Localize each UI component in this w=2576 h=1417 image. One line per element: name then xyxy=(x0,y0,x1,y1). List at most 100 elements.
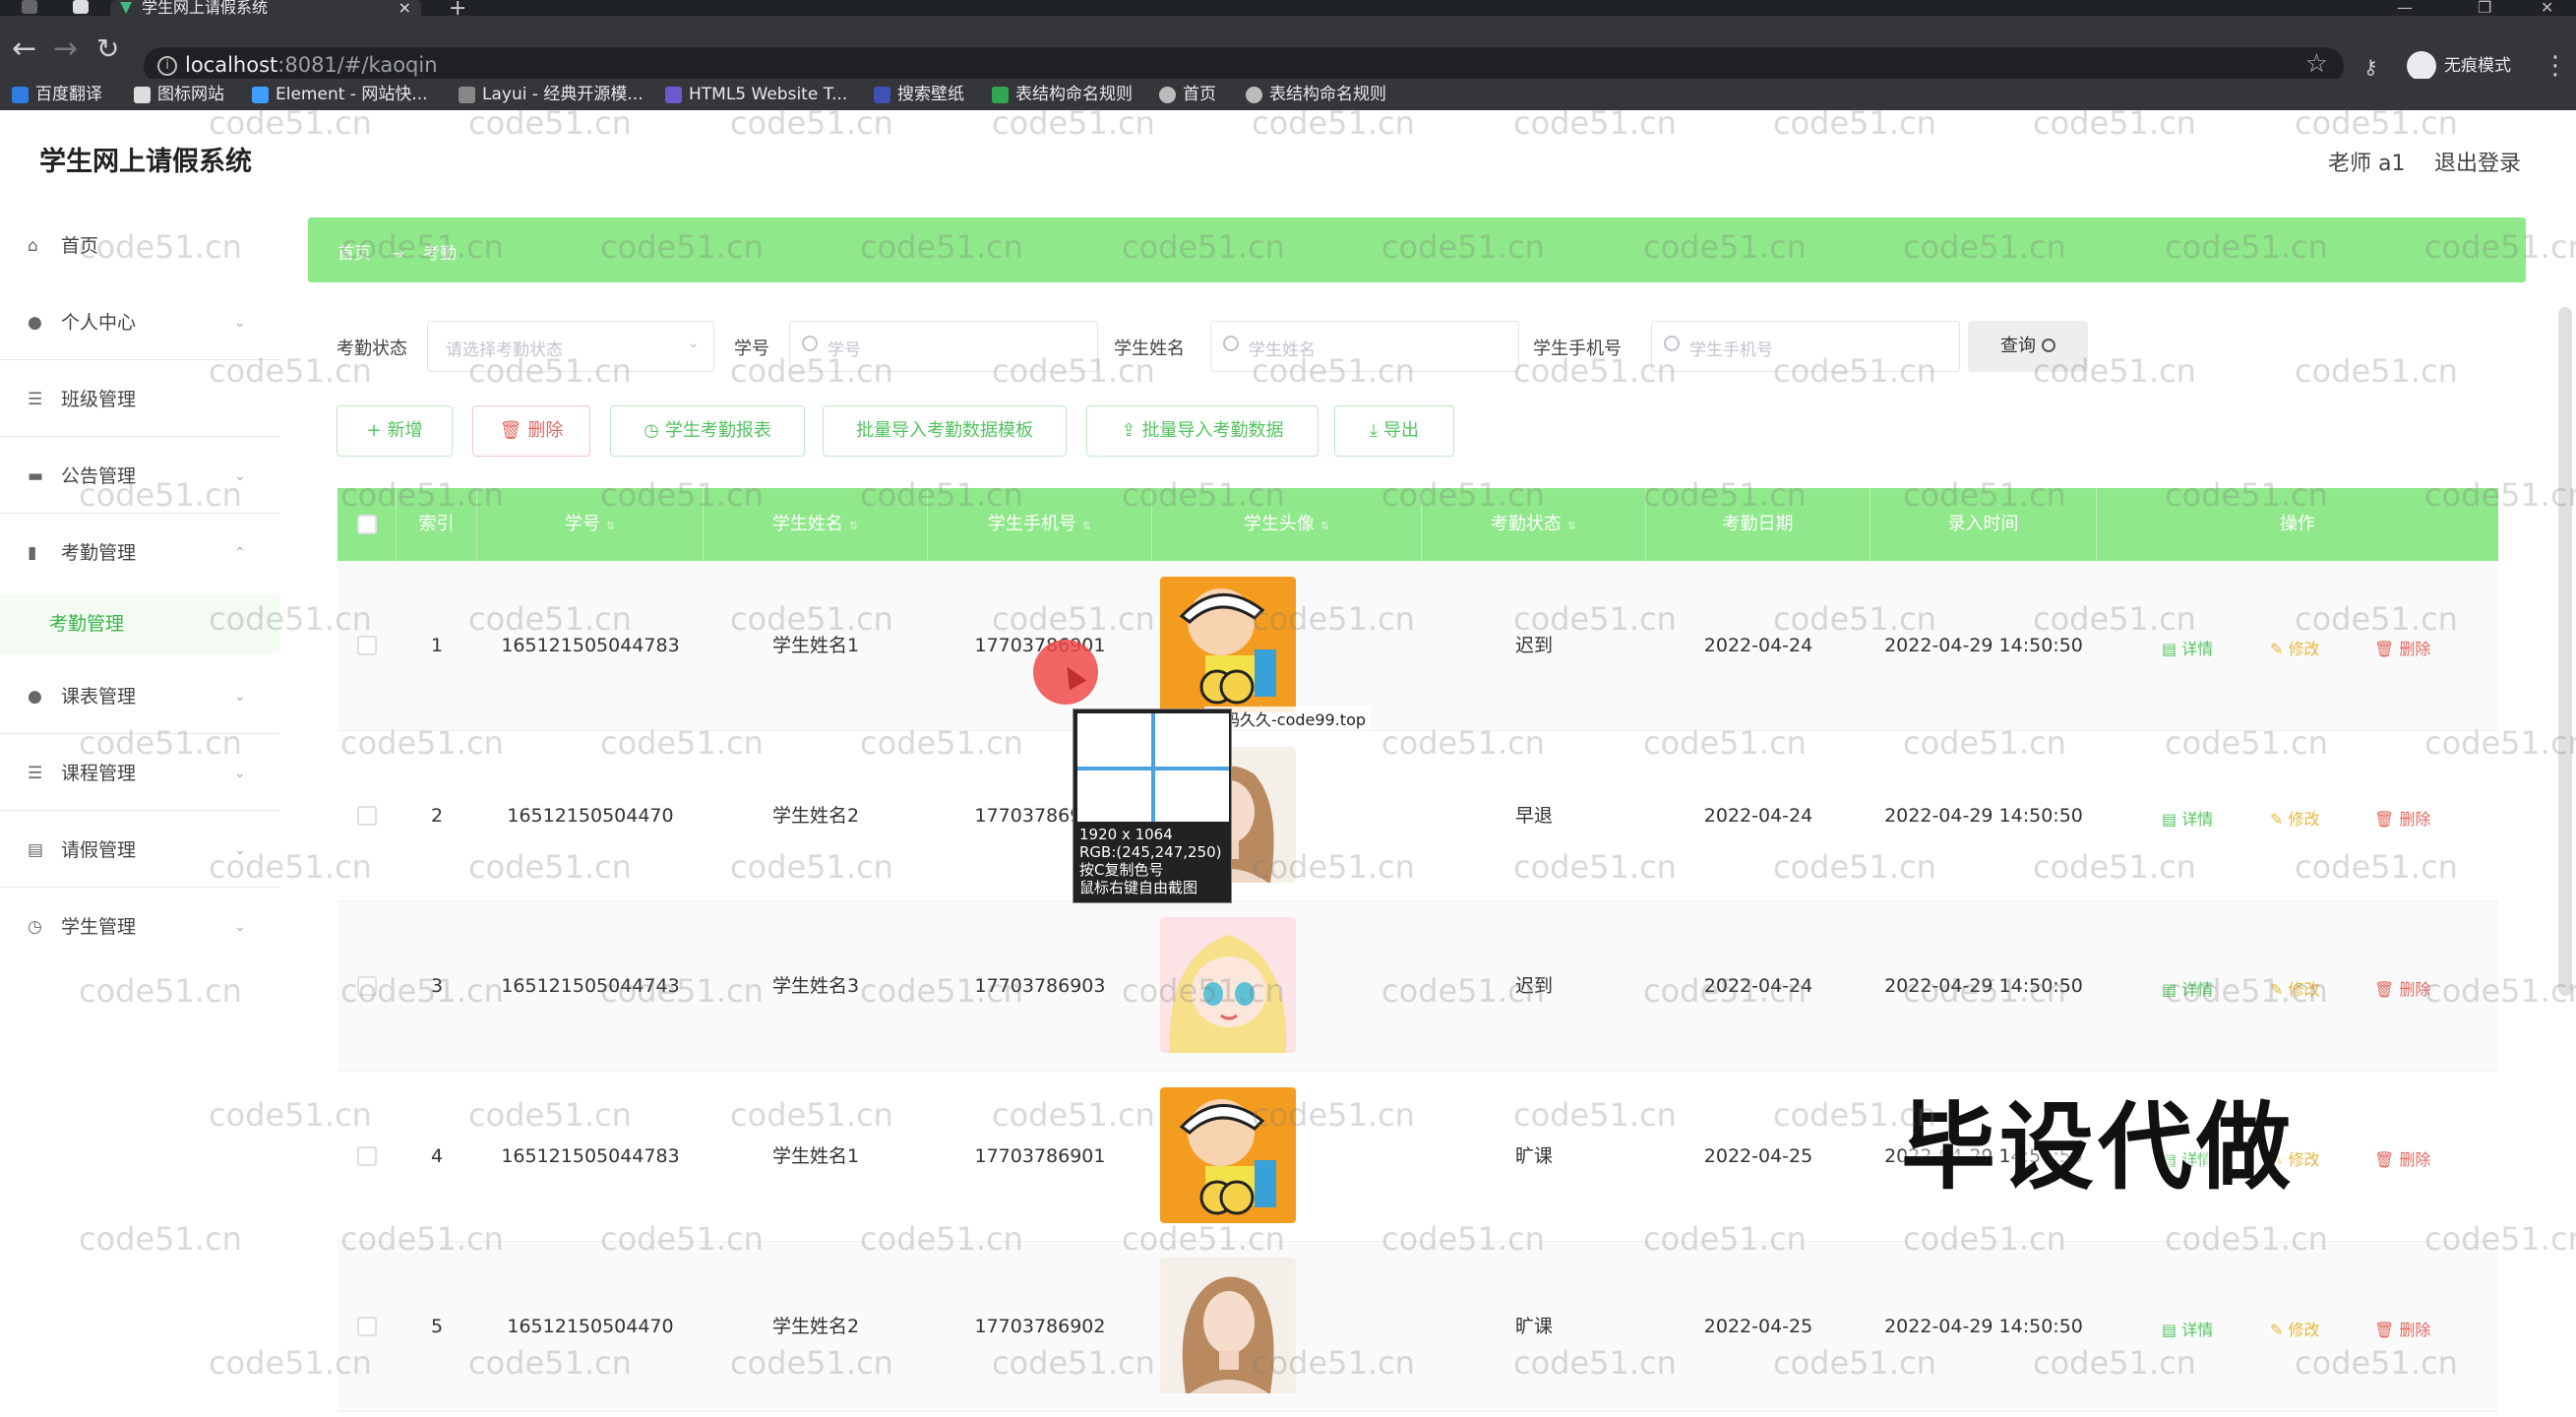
cell-created: 2022-04-29 14:50:50 xyxy=(1884,975,2083,997)
delete-row-button[interactable]: 🗑 删除 xyxy=(2374,1146,2430,1170)
bookmark-item[interactable]: Element - 网站快... xyxy=(252,83,428,106)
breadcrumb-current: 考勤 xyxy=(423,244,458,264)
minimize-icon[interactable]: — xyxy=(2397,0,2413,17)
export-button[interactable]: ⤓ 导出 xyxy=(1334,405,1454,457)
header-name[interactable]: 学生姓名 ⇅ xyxy=(704,488,928,561)
phone-filter-label: 学生手机号 xyxy=(1533,339,1622,359)
avatar[interactable] xyxy=(1160,917,1296,1053)
status-select[interactable]: 请选择考勤状态 ⌄ xyxy=(427,321,714,372)
select-all-checkbox[interactable] xyxy=(357,515,377,534)
avatar[interactable] xyxy=(1160,1258,1296,1393)
phone-input[interactable]: 学生手机号 xyxy=(1651,321,1960,372)
window-close-icon[interactable]: ✕ xyxy=(2541,0,2553,17)
browser-toolbar: ← → ↻ i localhost:8081/#/kaoqin ☆ ⚷ 无痕模式… xyxy=(0,16,2576,85)
clock-icon: ◷ xyxy=(644,420,659,441)
detail-button[interactable]: ▤ 详情 xyxy=(2162,636,2213,659)
close-icon[interactable]: × xyxy=(399,0,411,16)
clock-icon: ◷ xyxy=(28,917,42,937)
header-sid[interactable]: 学号 ⇅ xyxy=(477,488,704,561)
edit-button[interactable]: ✎ 修改 xyxy=(2270,976,2320,1000)
main-content: 首页 → 考勤 考勤状态 请选择考勤状态 ⌄ 学号 学号 学生姓名 学生姓名 学… xyxy=(279,209,2576,1417)
bookmark-item[interactable]: 百度翻译 xyxy=(12,83,102,106)
row-checkbox[interactable] xyxy=(357,976,377,996)
query-button[interactable]: 查询 xyxy=(1968,321,2088,372)
info-icon[interactable]: i xyxy=(157,56,177,76)
header-avatar[interactable]: 学生头像 ⇅ xyxy=(1152,488,1422,561)
breadcrumb-separator: → xyxy=(390,244,404,264)
bookmark-item[interactable]: 搜索壁纸 xyxy=(874,83,964,106)
delete-row-button[interactable]: 🗑 删除 xyxy=(2374,806,2430,830)
key-icon[interactable]: ⚷ xyxy=(2363,55,2378,79)
detail-button[interactable]: ▤ 详情 xyxy=(2162,1317,2213,1340)
sidebar-item-timetable[interactable]: ● 课表管理 ⌄ xyxy=(0,659,279,734)
edit-icon: ✎ xyxy=(2270,640,2284,658)
report-button[interactable]: ◷ 学生考勤报表 xyxy=(610,405,805,457)
import-template-button[interactable]: 批量导入考勤数据模板 xyxy=(823,405,1067,457)
delete-row-button[interactable]: 🗑 删除 xyxy=(2374,976,2430,1000)
delete-row-button[interactable]: 🗑 删除 xyxy=(2374,636,2430,659)
cell-date: 2022-04-25 xyxy=(1703,1145,1813,1167)
sidebar-item-home[interactable]: ⌂ 首页 xyxy=(0,209,279,283)
delete-row-button[interactable]: 🗑 删除 xyxy=(2374,1317,2430,1340)
url-text[interactable]: localhost:8081/#/kaoqin xyxy=(185,53,438,77)
sidebar-item-leave[interactable]: ▤ 请假管理 ⌄ xyxy=(0,813,279,888)
bookmark-item[interactable]: HTML5 Website T... xyxy=(665,83,847,106)
edit-icon: ✎ xyxy=(2270,810,2284,829)
sidebar-subitem-attendance[interactable]: 考勤管理 xyxy=(0,594,279,653)
vue-logo-icon xyxy=(120,2,132,14)
browser-menu-icon[interactable] xyxy=(22,0,37,14)
tab-list-icon[interactable] xyxy=(73,0,89,14)
breadcrumb-home[interactable]: 首页 xyxy=(337,244,371,264)
sidebar-item-student[interactable]: ◷ 学生管理 ⌄ xyxy=(0,890,279,964)
browser-tab-active[interactable]: 学生网上请假系统 × xyxy=(110,0,421,16)
reload-icon[interactable]: ↻ xyxy=(96,31,119,67)
name-input[interactable]: 学生姓名 xyxy=(1210,321,1519,372)
sidebar-item-notice[interactable]: ▬ 公告管理 ⌄ xyxy=(0,439,279,514)
avatar[interactable] xyxy=(1160,1087,1296,1223)
cell-date: 2022-04-24 xyxy=(1703,975,1813,997)
cell-sid: 16512150504470 xyxy=(507,1316,674,1337)
forward-arrow-icon[interactable]: → xyxy=(53,31,78,67)
bookmark-item[interactable]: 首页 xyxy=(1159,83,1216,106)
row-checkbox[interactable] xyxy=(357,806,377,826)
maximize-icon[interactable]: ❐ xyxy=(2478,0,2491,17)
sid-input[interactable]: 学号 xyxy=(789,321,1098,372)
detail-button[interactable]: ▤ 详情 xyxy=(2162,976,2213,1000)
incognito-profile[interactable]: 无痕模式 xyxy=(2407,49,2511,83)
cell-status: 迟到 xyxy=(1514,635,1553,656)
sid-filter-label: 学号 xyxy=(734,339,769,359)
header-phone[interactable]: 学生手机号 ⇅ xyxy=(928,488,1152,561)
sidebar-item-profile[interactable]: ● 个人中心 ⌄ xyxy=(0,285,279,360)
sidebar-item-attendance[interactable]: ▮ 考勤管理 ⌃ xyxy=(0,516,279,590)
search-icon xyxy=(1664,336,1680,351)
vertical-scrollbar[interactable] xyxy=(2558,307,2572,996)
bookmark-item[interactable]: 图标网站 xyxy=(134,83,224,106)
add-button[interactable]: + 新增 xyxy=(337,405,453,457)
crosshair-vertical xyxy=(1151,713,1155,822)
table-row: 1 165121505044783 学生姓名1 17703786901 迟到 2… xyxy=(337,561,2498,731)
incognito-icon xyxy=(2407,51,2436,81)
cell-name: 学生姓名3 xyxy=(771,975,860,997)
detail-button[interactable]: ▤ 详情 xyxy=(2162,806,2213,830)
header-status[interactable]: 考勤状态 ⇅ xyxy=(1422,488,1646,561)
import-button[interactable]: ⇪ 批量导入考勤数据 xyxy=(1086,405,1319,457)
avatar[interactable] xyxy=(1160,577,1296,712)
bookmark-item[interactable]: Layui - 经典开源模... xyxy=(459,83,644,106)
sidebar-item-course[interactable]: ☰ 课程管理 ⌄ xyxy=(0,736,279,811)
row-checkbox[interactable] xyxy=(357,1146,377,1166)
row-checkbox[interactable] xyxy=(357,1317,377,1336)
bookmark-star-icon[interactable]: ☆ xyxy=(2305,49,2328,79)
sort-icon: ⇅ xyxy=(605,520,616,532)
bookmark-item[interactable]: 表结构命名规则 xyxy=(1246,83,1386,106)
delete-button[interactable]: 🗑 删除 xyxy=(472,405,590,457)
edit-button[interactable]: ✎ 修改 xyxy=(2270,636,2320,659)
more-menu-icon[interactable]: ⋮ xyxy=(2543,51,2568,81)
back-arrow-icon[interactable]: ← xyxy=(12,31,36,67)
current-user: 老师 a1 xyxy=(2328,152,2406,176)
logout-link[interactable]: 退出登录 xyxy=(2434,146,2521,177)
sidebar-item-class[interactable]: ☰ 班级管理 xyxy=(0,362,279,437)
edit-button[interactable]: ✎ 修改 xyxy=(2270,1317,2320,1340)
edit-button[interactable]: ✎ 修改 xyxy=(2270,806,2320,830)
bookmark-item[interactable]: 表结构命名规则 xyxy=(992,83,1133,106)
row-checkbox[interactable] xyxy=(357,636,377,655)
